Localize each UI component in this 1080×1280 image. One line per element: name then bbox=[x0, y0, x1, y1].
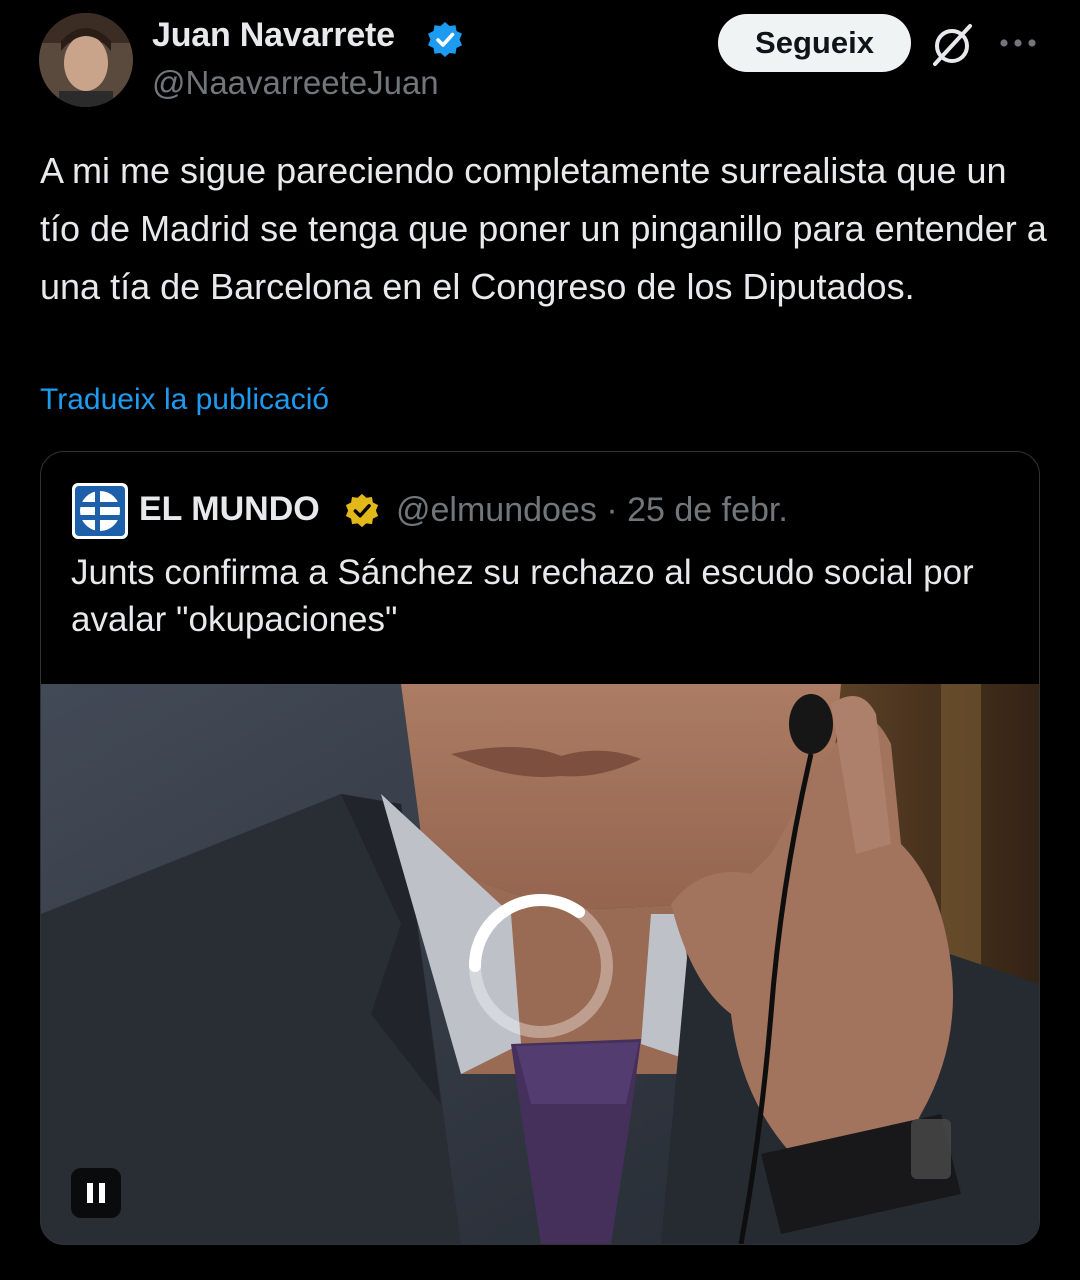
quote-meta: @elmundoes · 25 de febr. bbox=[396, 491, 788, 530]
verified-gold-badge-icon bbox=[343, 492, 381, 530]
author-name[interactable]: Juan Navarrete bbox=[152, 16, 395, 55]
quote-date[interactable]: 25 de febr. bbox=[627, 491, 788, 529]
quoted-tweet[interactable]: EL MUNDO @elmundoes · 25 de febr. Junts … bbox=[40, 451, 1040, 1245]
video-player[interactable] bbox=[41, 684, 1039, 1244]
quote-author-name[interactable]: EL MUNDO bbox=[139, 490, 320, 529]
loading-spinner-icon bbox=[461, 886, 621, 1046]
translate-link[interactable]: Tradueix la publicació bbox=[40, 383, 329, 417]
el-mundo-logo bbox=[72, 483, 128, 539]
quote-author-handle[interactable]: @elmundoes bbox=[396, 491, 597, 529]
more-options-icon[interactable] bbox=[998, 36, 1038, 50]
verified-badge-icon bbox=[425, 20, 465, 60]
pause-button[interactable] bbox=[71, 1168, 121, 1218]
quote-text: Junts confirma a Sánchez su rechazo al e… bbox=[71, 553, 974, 639]
author-handle[interactable]: @NaavarreeteJuan bbox=[152, 64, 439, 102]
tweet-text: A mi me sigue pareciendo completamente s… bbox=[40, 150, 1047, 307]
grok-icon[interactable] bbox=[930, 22, 976, 68]
pause-icon bbox=[87, 1183, 105, 1203]
meta-separator: · bbox=[606, 491, 618, 529]
follow-button[interactable]: Segueix bbox=[718, 14, 911, 72]
avatar[interactable] bbox=[39, 13, 133, 107]
